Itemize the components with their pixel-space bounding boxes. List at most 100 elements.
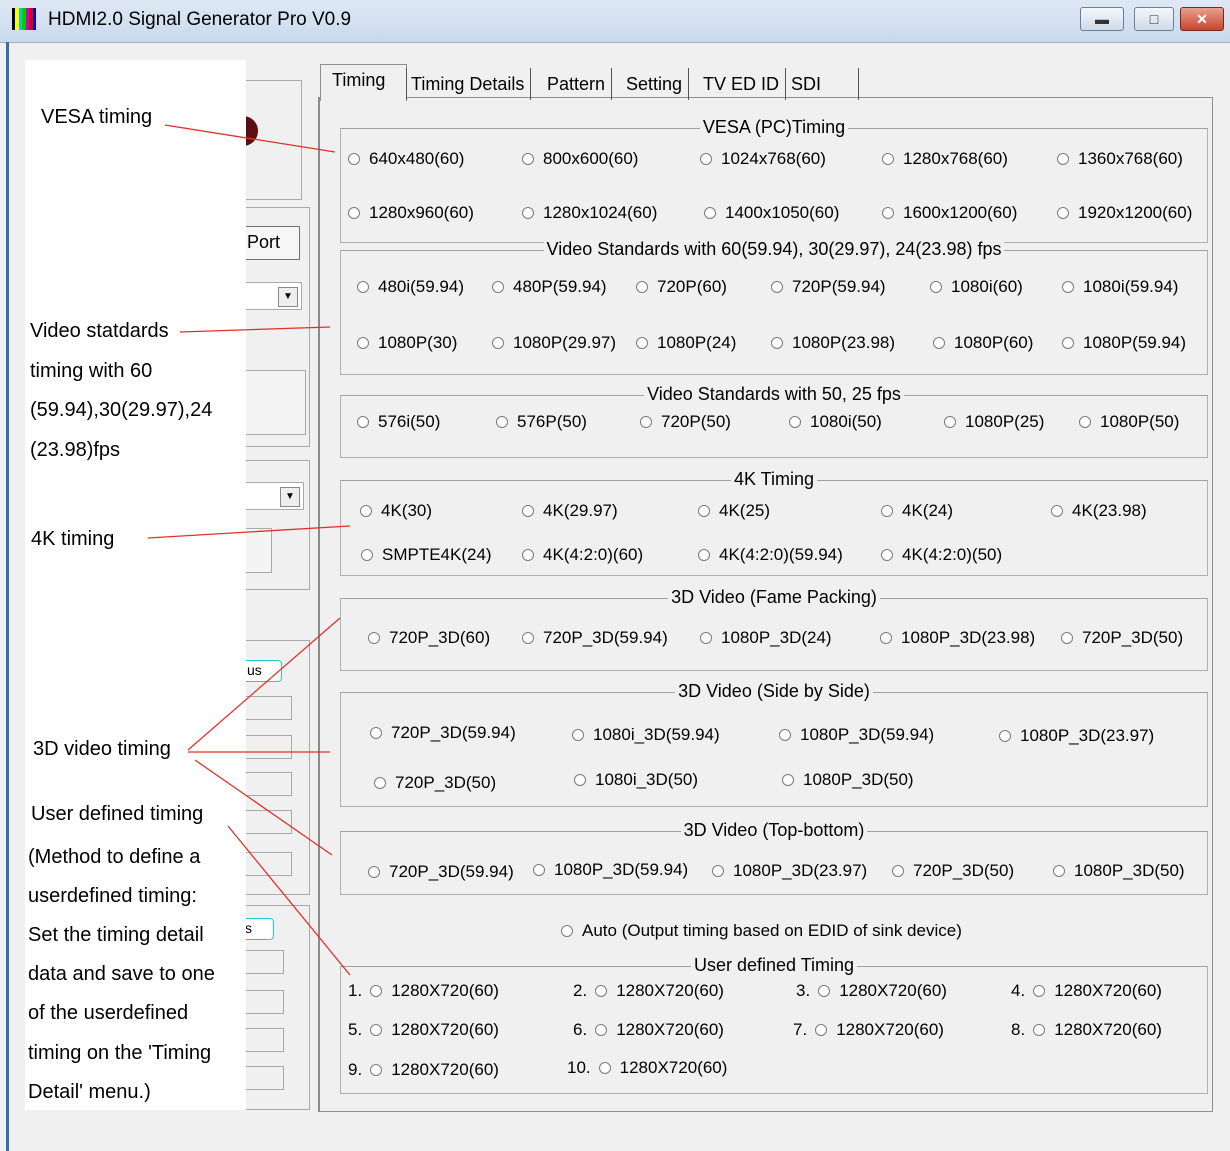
radio-video-50[interactable]: 1080P(50) bbox=[1079, 412, 1179, 432]
radio-circle-icon bbox=[1033, 1024, 1046, 1036]
radio-video-60[interactable]: 480i(59.94) bbox=[357, 277, 464, 297]
radio-4k[interactable]: 4K(4:2:0)(60) bbox=[522, 545, 643, 565]
radio-user-defined[interactable]: 9. 1280X720(60) bbox=[348, 1060, 499, 1080]
radio-3d-side-by-side[interactable]: 1080P_3D(59.94) bbox=[779, 725, 934, 745]
radio-4k[interactable]: 4K(24) bbox=[881, 501, 953, 521]
radio-circle-icon bbox=[368, 632, 380, 644]
radio-video-60[interactable]: 1080P(30) bbox=[357, 333, 457, 353]
radio-video-50[interactable]: 1080i(50) bbox=[789, 412, 882, 432]
radio-vesa[interactable]: 1600x1200(60) bbox=[882, 203, 1017, 223]
radio-vesa[interactable]: 640x480(60) bbox=[348, 149, 464, 169]
radio-video-60[interactable]: 1080i(60) bbox=[930, 277, 1023, 297]
radio-3d-side-by-side[interactable]: 1080P_3D(23.97) bbox=[999, 726, 1154, 746]
radio-circle-icon bbox=[533, 864, 545, 876]
radio-video-60[interactable]: 720P(59.94) bbox=[771, 277, 886, 297]
3d-frame-packing-title: 3D Video (Fame Packing) bbox=[668, 587, 880, 607]
radio-user-defined[interactable]: 2. 1280X720(60) bbox=[573, 981, 724, 1001]
radio-vesa[interactable]: 1280x960(60) bbox=[348, 203, 474, 223]
radio-user-defined[interactable]: 1. 1280X720(60) bbox=[348, 981, 499, 1001]
annotation-user-6: of the userdefined bbox=[28, 1002, 189, 1024]
radio-user-defined[interactable]: 8. 1280X720(60) bbox=[1011, 1020, 1162, 1040]
radio-video-50[interactable]: 720P(50) bbox=[640, 412, 731, 432]
minimize-button[interactable]: ▬ bbox=[1080, 7, 1124, 31]
radio-3d-top-bottom[interactable]: 1080P_3D(50) bbox=[1053, 861, 1185, 881]
radio-video-60[interactable]: 480P(59.94) bbox=[492, 277, 607, 297]
radio-4k[interactable]: 4K(30) bbox=[360, 501, 432, 521]
radio-3d-frame-packing[interactable]: 1080P_3D(24) bbox=[700, 628, 832, 648]
radio-circle-icon bbox=[1033, 985, 1046, 997]
radio-circle-icon bbox=[361, 549, 373, 561]
radio-user-defined[interactable]: 5. 1280X720(60) bbox=[348, 1020, 499, 1040]
tab-sdi[interactable]: SDI bbox=[787, 68, 859, 100]
radio-vesa[interactable]: 800x600(60) bbox=[522, 149, 638, 169]
video-50-group: Video Standards with 50, 25 fps bbox=[340, 384, 1208, 458]
radio-3d-frame-packing[interactable]: 720P_3D(59.94) bbox=[522, 628, 668, 648]
tab-timing-details[interactable]: Timing Details bbox=[406, 68, 532, 100]
radio-circle-icon bbox=[712, 865, 724, 877]
radio-auto-edid[interactable]: Auto (Output timing based on EDID of sin… bbox=[561, 921, 962, 941]
radio-3d-top-bottom[interactable]: 720P_3D(59.94) bbox=[368, 862, 514, 882]
radio-user-defined[interactable]: 6. 1280X720(60) bbox=[573, 1020, 724, 1040]
radio-user-defined[interactable]: 10. 1280X720(60) bbox=[567, 1058, 727, 1078]
radio-4k[interactable]: 4K(25) bbox=[698, 501, 770, 521]
radio-circle-icon bbox=[636, 281, 648, 293]
radio-video-60[interactable]: 1080P(60) bbox=[933, 333, 1033, 353]
vesa-group-title: VESA (PC)Timing bbox=[699, 117, 849, 137]
radio-4k[interactable]: 4K(29.97) bbox=[522, 501, 618, 521]
close-button[interactable]: ✕ bbox=[1180, 7, 1224, 31]
radio-vesa[interactable]: 1360x768(60) bbox=[1057, 149, 1183, 169]
radio-3d-side-by-side[interactable]: 1080i_3D(50) bbox=[574, 770, 698, 790]
radio-3d-frame-packing[interactable]: 1080P_3D(23.98) bbox=[880, 628, 1035, 648]
radio-vesa[interactable]: 1400x1050(60) bbox=[704, 203, 839, 223]
radio-3d-side-by-side[interactable]: 1080i_3D(59.94) bbox=[572, 725, 720, 745]
radio-vesa[interactable]: 1280x1024(60) bbox=[522, 203, 657, 223]
radio-video-50[interactable]: 576P(50) bbox=[496, 412, 587, 432]
3d-top-bottom-title: 3D Video (Top-bottom) bbox=[680, 820, 868, 840]
radio-circle-icon bbox=[598, 1062, 611, 1074]
radio-circle-icon bbox=[522, 207, 534, 219]
radio-circle-icon bbox=[698, 505, 710, 517]
radio-3d-top-bottom[interactable]: 720P_3D(50) bbox=[892, 861, 1014, 881]
radio-video-60[interactable]: 1080P(23.98) bbox=[771, 333, 895, 353]
tab-setting[interactable]: Setting bbox=[622, 68, 690, 100]
annotation-user-2: (Method to define a bbox=[28, 846, 201, 868]
annotation-user-3: userdefined timing: bbox=[28, 885, 197, 907]
radio-video-60[interactable]: 1080P(59.94) bbox=[1062, 333, 1186, 353]
radio-video-60[interactable]: 720P(60) bbox=[636, 277, 727, 297]
radio-4k[interactable]: 4K(23.98) bbox=[1051, 501, 1147, 521]
tab-tv-edid[interactable]: TV ED ID bbox=[699, 68, 787, 100]
radio-4k[interactable]: 4K(4:2:0)(59.94) bbox=[698, 545, 843, 565]
radio-3d-side-by-side[interactable]: 720P_3D(59.94) bbox=[370, 723, 516, 743]
radio-4k[interactable]: SMPTE4K(24) bbox=[361, 545, 492, 565]
radio-video-60[interactable]: 1080P(29.97) bbox=[492, 333, 616, 353]
radio-3d-top-bottom[interactable]: 1080P_3D(59.94) bbox=[533, 860, 688, 880]
radio-3d-side-by-side[interactable]: 1080P_3D(50) bbox=[782, 770, 914, 790]
maximize-button[interactable]: □ bbox=[1134, 7, 1174, 31]
radio-vesa[interactable]: 1920x1200(60) bbox=[1057, 203, 1192, 223]
radio-circle-icon bbox=[704, 207, 716, 219]
radio-user-defined[interactable]: 3. 1280X720(60) bbox=[796, 981, 947, 1001]
radio-user-defined[interactable]: 7. 1280X720(60) bbox=[793, 1020, 944, 1040]
annotation-video-standards-2: timing with 60 bbox=[30, 360, 153, 382]
radio-video-60[interactable]: 1080i(59.94) bbox=[1062, 277, 1178, 297]
radio-user-defined[interactable]: 4. 1280X720(60) bbox=[1011, 981, 1162, 1001]
radio-video-60[interactable]: 1080P(24) bbox=[636, 333, 736, 353]
radio-3d-frame-packing[interactable]: 720P_3D(50) bbox=[1061, 628, 1183, 648]
radio-video-50[interactable]: 576i(50) bbox=[357, 412, 440, 432]
radio-video-50[interactable]: 1080P(25) bbox=[944, 412, 1044, 432]
radio-3d-top-bottom[interactable]: 1080P_3D(23.97) bbox=[712, 861, 867, 881]
radio-circle-icon bbox=[782, 774, 794, 786]
radio-circle-icon bbox=[595, 985, 608, 997]
radio-vesa[interactable]: 1024x768(60) bbox=[700, 149, 826, 169]
title-bar: HDMI2.0 Signal Generator Pro V0.9 ▬ □ ✕ bbox=[0, 0, 1230, 43]
tab-pattern[interactable]: Pattern bbox=[543, 68, 613, 100]
annotation-video-standards-1: Video statdards bbox=[30, 320, 169, 342]
radio-circle-icon bbox=[1057, 153, 1069, 165]
radio-4k[interactable]: 4K(4:2:0)(50) bbox=[881, 545, 1002, 565]
radio-3d-frame-packing[interactable]: 720P_3D(60) bbox=[368, 628, 490, 648]
tab-timing[interactable]: Timing bbox=[328, 64, 391, 96]
radio-vesa[interactable]: 1280x768(60) bbox=[882, 149, 1008, 169]
radio-3d-side-by-side[interactable]: 720P_3D(50) bbox=[374, 773, 496, 793]
radio-circle-icon bbox=[933, 337, 945, 349]
annotation-video-standards-3: (59.94),30(29.97),24 bbox=[30, 399, 213, 421]
